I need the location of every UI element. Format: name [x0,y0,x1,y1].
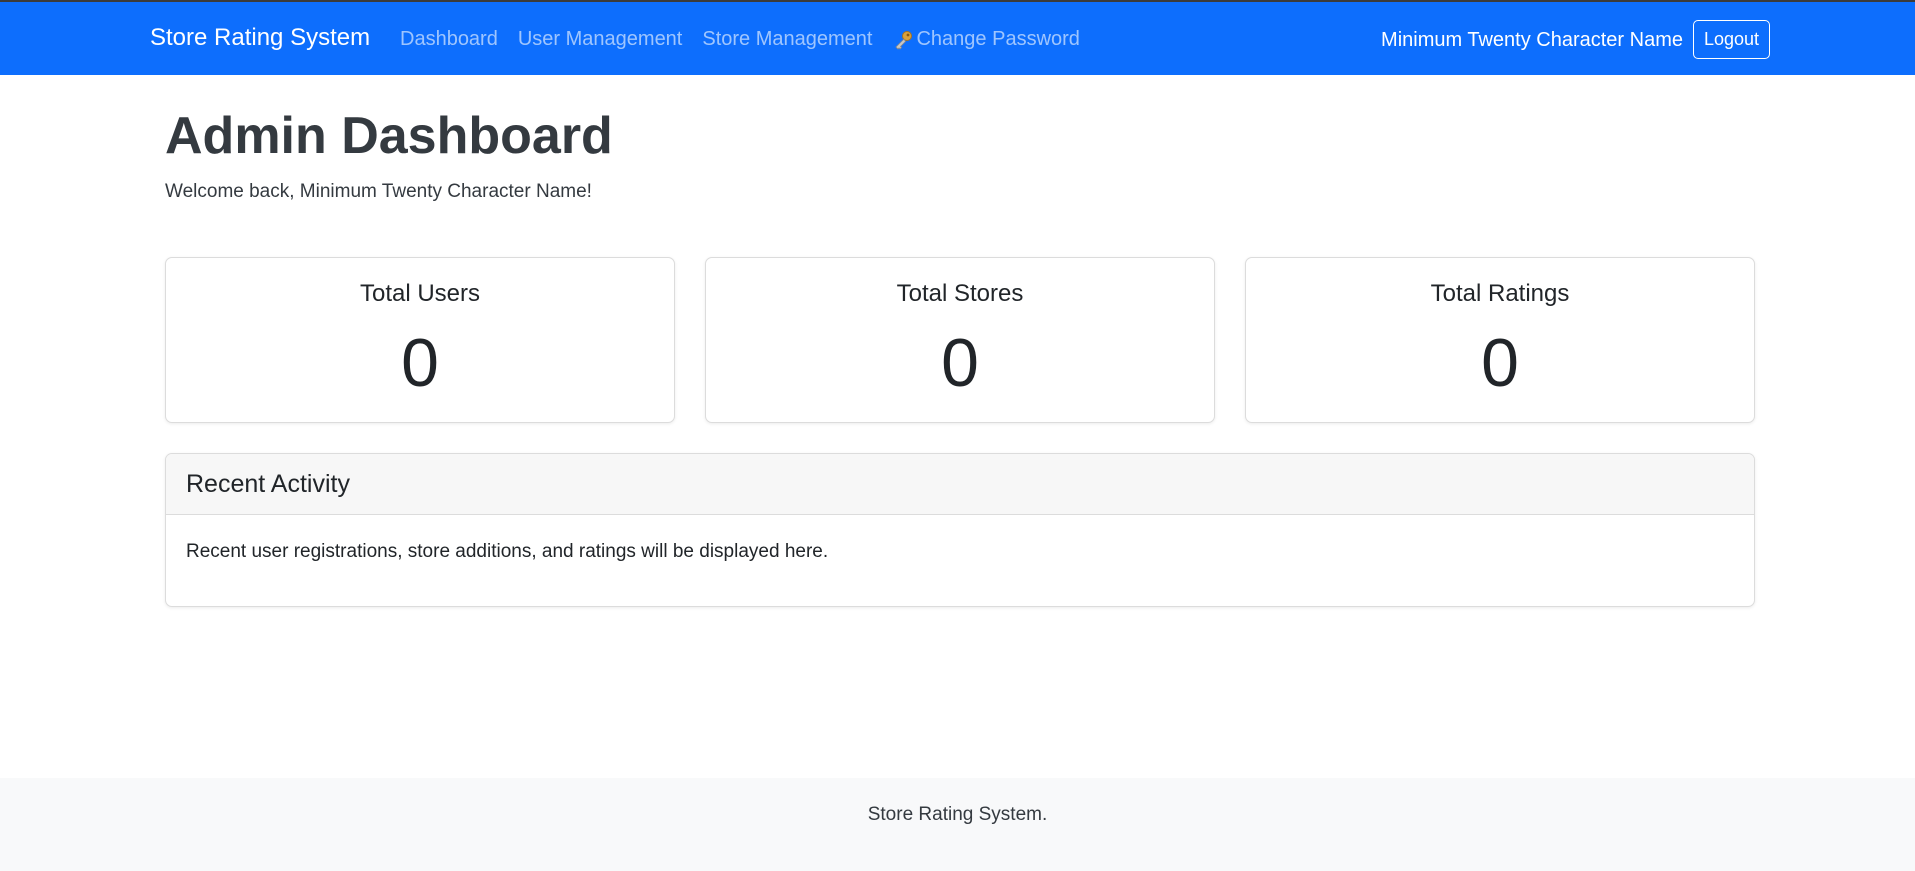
footer: Store Rating System. [0,778,1915,871]
top-navbar: Store Rating System Dashboard User Manag… [0,0,1915,75]
stat-card-ratings: Total Ratings 0 [1245,257,1755,423]
stat-title: Total Users [359,280,481,307]
logout-button[interactable]: Logout [1693,20,1770,59]
nav-link-store-management[interactable]: Store Management [702,28,872,51]
welcome-message: Welcome back, Minimum Twenty Character N… [165,181,592,202]
stat-title: Total Stores [896,280,1024,307]
nav-links: Dashboard User Management Store Manageme… [400,28,1100,51]
recent-activity-title: Recent Activity [166,454,1754,515]
nav-link-change-password[interactable]: Change Password [892,28,1080,51]
stat-title: Total Ratings [1430,280,1570,307]
page-title: Admin Dashboard [165,107,613,165]
nav-link-dashboard[interactable]: Dashboard [400,28,498,51]
nav-link-user-management[interactable]: User Management [518,28,683,51]
stat-card-users: Total Users 0 [165,257,675,423]
stat-value: 0 [1481,325,1519,401]
key-icon [892,30,914,50]
stat-card-stores: Total Stores 0 [705,257,1215,423]
brand-link[interactable]: Store Rating System [150,24,370,52]
footer-text: Store Rating System. [867,804,1048,825]
recent-activity-body: Recent user registrations, store additio… [186,541,829,562]
stat-value: 0 [941,325,979,401]
recent-activity-card: Recent Activity Recent user registration… [165,453,1755,607]
nav-link-change-password-label: Change Password [916,28,1080,50]
user-name: Minimum Twenty Character Name [1381,29,1683,51]
stat-value: 0 [401,325,439,401]
